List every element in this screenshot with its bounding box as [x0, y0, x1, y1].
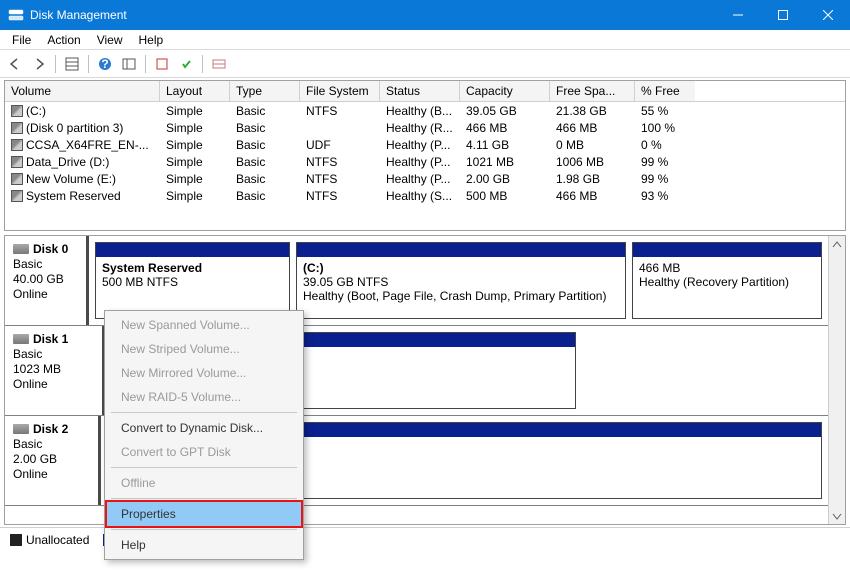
toolbar: ?: [0, 50, 850, 78]
volume-row[interactable]: New Volume (E:)SimpleBasicNTFSHealthy (P…: [5, 170, 845, 187]
help-button[interactable]: ?: [94, 53, 116, 75]
ctx-new-spanned[interactable]: New Spanned Volume...: [107, 313, 301, 337]
toolbar-separator: [202, 55, 203, 73]
column-layout[interactable]: Layout: [160, 81, 230, 101]
disk-label[interactable]: Disk 0Basic40.00 GBOnline: [5, 236, 89, 325]
volume-icon: [11, 139, 23, 151]
disk-icon: [13, 244, 29, 254]
titlebar: Disk Management: [0, 0, 850, 30]
volume-list-pane: Volume Layout Type File System Status Ca…: [4, 80, 846, 231]
action2-button[interactable]: [175, 53, 197, 75]
partition-box[interactable]: 466 MBHealthy (Recovery Partition): [632, 242, 822, 319]
partition-bar: [633, 243, 821, 257]
svg-text:?: ?: [101, 57, 108, 71]
partition-bar: [96, 243, 289, 257]
column-file-system[interactable]: File System: [300, 81, 380, 101]
toolbar-separator: [88, 55, 89, 73]
toolbar-separator: [55, 55, 56, 73]
scroll-up-icon[interactable]: [829, 236, 845, 253]
volume-icon: [11, 122, 23, 134]
volume-row[interactable]: (Disk 0 partition 3)SimpleBasicHealthy (…: [5, 119, 845, 136]
column-percent-free[interactable]: % Free: [635, 81, 695, 101]
menubar: File Action View Help: [0, 30, 850, 50]
close-button[interactable]: [805, 0, 850, 30]
partition-box[interactable]: System Reserved500 MB NTFS: [95, 242, 290, 319]
list-view-button[interactable]: [208, 53, 230, 75]
vertical-scrollbar[interactable]: [828, 236, 845, 524]
volume-row[interactable]: CCSA_X64FRE_EN-...SimpleBasicUDFHealthy …: [5, 136, 845, 153]
ctx-convert-dynamic[interactable]: Convert to Dynamic Disk...: [107, 416, 301, 440]
toolbar-separator: [145, 55, 146, 73]
minimize-button[interactable]: [715, 0, 760, 30]
menu-action[interactable]: Action: [39, 31, 88, 49]
back-button[interactable]: [4, 53, 26, 75]
disk-label[interactable]: Disk 1Basic1023 MBOnline: [5, 326, 105, 415]
volume-list-header: Volume Layout Type File System Status Ca…: [5, 81, 845, 102]
menu-view[interactable]: View: [89, 31, 131, 49]
action1-button[interactable]: [151, 53, 173, 75]
settings-button[interactable]: [118, 53, 140, 75]
menu-help[interactable]: Help: [131, 31, 172, 49]
window-title: Disk Management: [30, 8, 715, 22]
maximize-button[interactable]: [760, 0, 805, 30]
disk-icon: [13, 424, 29, 434]
volume-row[interactable]: Data_Drive (D:)SimpleBasicNTFSHealthy (P…: [5, 153, 845, 170]
volume-icon: [11, 105, 23, 117]
partition-box[interactable]: (C:)39.05 GB NTFSHealthy (Boot, Page Fil…: [296, 242, 626, 319]
legend-unallocated: Unallocated: [10, 533, 89, 547]
unallocated-swatch: [10, 534, 22, 546]
ctx-separator: [111, 529, 297, 530]
table-view-button[interactable]: [61, 53, 83, 75]
ctx-new-mirrored[interactable]: New Mirrored Volume...: [107, 361, 301, 385]
volume-icon: [11, 156, 23, 168]
volume-row[interactable]: System ReservedSimpleBasicNTFSHealthy (S…: [5, 187, 845, 204]
column-status[interactable]: Status: [380, 81, 460, 101]
app-icon: [8, 7, 24, 23]
ctx-help[interactable]: Help: [107, 533, 301, 557]
column-capacity[interactable]: Capacity: [460, 81, 550, 101]
ctx-separator: [111, 467, 297, 468]
context-menu: New Spanned Volume... New Striped Volume…: [104, 310, 304, 560]
volume-icon: [11, 190, 23, 202]
ctx-new-raid5[interactable]: New RAID-5 Volume...: [107, 385, 301, 409]
ctx-separator: [111, 412, 297, 413]
column-type[interactable]: Type: [230, 81, 300, 101]
ctx-separator: [111, 498, 297, 499]
partition-bar: [297, 243, 625, 257]
ctx-offline[interactable]: Offline: [107, 471, 301, 495]
disk-label[interactable]: Disk 2Basic2.00 GBOnline: [5, 416, 101, 505]
forward-button[interactable]: [28, 53, 50, 75]
volume-icon: [11, 173, 23, 185]
disk-icon: [13, 334, 29, 344]
scroll-down-icon[interactable]: [829, 507, 845, 524]
ctx-convert-gpt[interactable]: Convert to GPT Disk: [107, 440, 301, 464]
column-free-space[interactable]: Free Spa...: [550, 81, 635, 101]
ctx-new-striped[interactable]: New Striped Volume...: [107, 337, 301, 361]
window-controls: [715, 0, 850, 30]
ctx-properties[interactable]: Properties: [105, 500, 303, 528]
menu-file[interactable]: File: [4, 31, 39, 49]
volume-row[interactable]: (C:)SimpleBasicNTFSHealthy (B...39.05 GB…: [5, 102, 845, 119]
column-volume[interactable]: Volume: [5, 81, 160, 101]
volume-list-body: (C:)SimpleBasicNTFSHealthy (B...39.05 GB…: [5, 102, 845, 204]
